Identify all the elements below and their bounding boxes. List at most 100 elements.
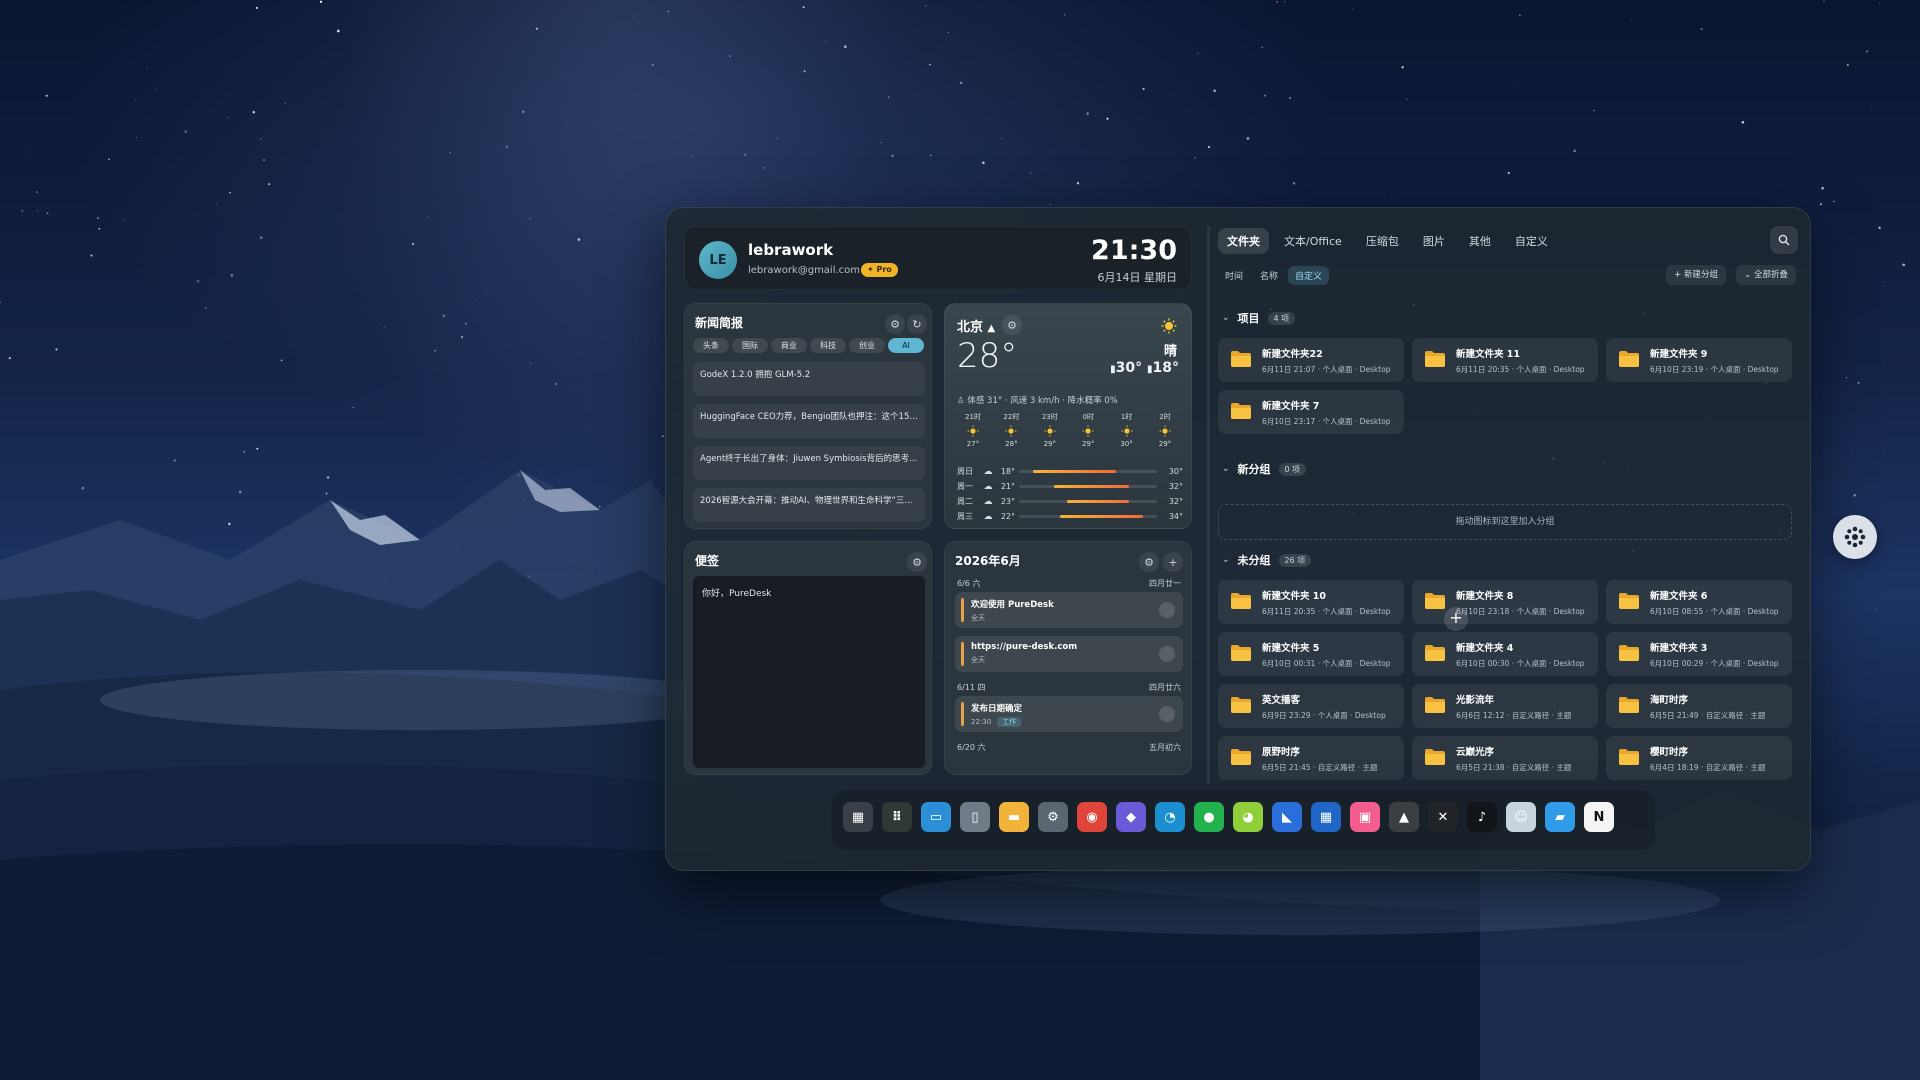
file-group-header[interactable]: ⌄ 新分组 0 项 [1222,461,1307,477]
dock-app-recycle-bin-icon[interactable]: ▯ [960,802,990,832]
calendar-lunar-date: 五月初六 [1149,743,1181,752]
file-group-header[interactable]: ⌄ 未分组 26 项 [1222,552,1312,568]
folder-item[interactable]: 新建文件夹 9 6月10日 23:19 · 个人桌面 · Desktop [1606,338,1792,382]
folder-item[interactable]: 新建文件夹 7 6月10日 23:17 · 个人桌面 · Desktop [1218,390,1404,434]
new-group-button[interactable]: + 新建分组 [1666,265,1726,285]
dock-app-ms-store-icon[interactable]: ▦ [1311,802,1341,832]
calendar-settings-button[interactable]: ⚙ [1139,552,1159,572]
dock-app-chrome-icon[interactable]: ◉ [1077,802,1107,832]
folder-meta: 6月5日 21:49 · 自定义路径 · 主题 [1650,711,1766,720]
calendar-event[interactable]: 欢迎使用 PureDesk 全天 [955,592,1183,628]
sort-option[interactable]: 自定义 [1288,266,1330,285]
panel-divider[interactable] [1207,226,1210,784]
folder-item[interactable]: 光影流年 6月6日 12:12 · 自定义路径 · 主题 [1412,684,1598,728]
star [577,238,581,241]
folder-item[interactable]: 新建文件夹 11 6月11日 20:35 · 个人桌面 · Desktop [1412,338,1598,382]
avatar[interactable]: LE [699,241,737,279]
folder-item[interactable]: 英文播客 6月9日 23:29 · 个人桌面 · Desktop [1218,684,1404,728]
news-category-chip[interactable]: 国际 [732,338,768,353]
file-tab[interactable]: 自定义 [1506,228,1557,254]
folder-item[interactable]: 新建文件夹 5 6月10日 00:31 · 个人桌面 · Desktop [1218,632,1404,676]
dock-app-avatar-app-icon[interactable]: ☺ [1506,802,1536,832]
dock-app-wechat-icon[interactable]: ● [1194,802,1224,832]
folder-meta: 6月11日 20:35 · 个人桌面 · Desktop [1456,365,1585,374]
star [204,307,207,309]
calendar-event[interactable]: 发布日期确定 22:30 工作 [955,696,1183,732]
folder-item[interactable]: 新建文件夹 8 6月10日 23:18 · 个人桌面 · Desktop [1412,580,1598,624]
news-refresh-button[interactable]: ↻ [907,314,927,334]
folder-icon [1231,697,1251,713]
event-tag: 工作 [997,717,1022,727]
calendar-event[interactable]: https://pure-desk.com 全天 [955,636,1183,672]
news-item[interactable]: Agent终于长出了身体：Jiuwen Symbiosis背后的思考... [693,446,925,480]
star [555,383,558,385]
collapse-all-button[interactable]: ⌄ 全部折叠 [1736,265,1796,285]
file-search-button[interactable] [1770,226,1798,254]
add-event-button[interactable]: + [1163,552,1183,572]
news-category-chip[interactable]: AI [888,338,924,353]
folder-item[interactable]: 原野时序 6月5日 21:45 · 自定义路径 · 主题 [1218,736,1404,780]
notes-textarea[interactable]: 你好，PureDesk [693,576,925,768]
add-file-button[interactable]: + [1444,607,1468,631]
event-complete-checkbox[interactable] [1159,646,1175,662]
sun-icon [1161,318,1177,334]
news-category-chip[interactable]: 科技 [810,338,846,353]
dock-app-file-explorer-icon[interactable]: ▬ [999,802,1029,832]
star [184,130,187,133]
sort-option[interactable]: 时间 [1218,266,1250,285]
daily-row: 周日 ☁ 18° 30° [957,464,1183,479]
calendar-lunar-date: 四月廿六 [1149,683,1181,692]
folder-item[interactable]: 新建文件夹 4 6月10日 00:30 · 个人桌面 · Desktop [1412,632,1598,676]
star [691,154,693,156]
dock-app-notion-icon[interactable]: N [1584,802,1614,832]
news-category-chip[interactable]: 商业 [771,338,807,353]
weather-settings-button[interactable]: ⚙ [1002,315,1022,335]
file-tab[interactable]: 压缩包 [1357,228,1408,254]
star [1819,203,1822,206]
dock-app-bilibili-icon[interactable]: ▣ [1350,802,1380,832]
dock-app-settings-icon[interactable]: ⚙ [1038,802,1068,832]
dock-app-chat-app-icon[interactable]: ◕ [1233,802,1263,832]
notes-settings-button[interactable]: ⚙ [907,552,927,572]
event-complete-checkbox[interactable] [1159,602,1175,618]
dock-app-puredesk-icon[interactable]: ▦ [843,802,873,832]
folder-item[interactable]: 新建文件夹 10 6月11日 20:35 · 个人桌面 · Desktop [1218,580,1404,624]
folder-item[interactable]: 新建文件夹 6 6月10日 08:55 · 个人桌面 · Desktop [1606,580,1792,624]
dock-app-copilot-icon[interactable]: ◆ [1116,802,1146,832]
file-tab[interactable]: 文件夹 [1218,228,1269,254]
folder-item[interactable]: 新建文件夹 3 6月10日 00:29 · 个人桌面 · Desktop [1606,632,1792,676]
file-group-header[interactable]: ⌄ 项目 4 项 [1222,310,1296,326]
location-arrow-icon: ▲ [987,323,996,334]
news-item[interactable]: HuggingFace CEO力荐，Bengio团队也押注：这个1500... [693,404,925,438]
file-tab[interactable]: 其他 [1460,228,1500,254]
star [565,618,566,620]
folder-item[interactable]: 云巅光序 6月5日 21:38 · 自定义路径 · 主题 [1412,736,1598,780]
sort-option[interactable]: 名称 [1253,266,1285,285]
dock-app-box-app-icon[interactable]: ▲ [1389,802,1419,832]
star [567,127,568,128]
dock-app-feishu-icon[interactable]: ◣ [1272,802,1302,832]
floating-assistant-button[interactable] [1833,515,1877,559]
dock-app-desktop-icon[interactable]: ▭ [921,802,951,832]
profile-card[interactable]: LE lebrawork lebrawork@gmail.com ✦ Pro 2… [684,226,1192,290]
file-tab[interactable]: 文本/Office [1275,228,1351,254]
group-drop-zone[interactable]: 拖动图标到这里加入分组 [1218,504,1792,540]
file-tab[interactable]: 图片 [1414,228,1454,254]
dock-app-tiktok-icon[interactable]: ♪ [1467,802,1497,832]
folder-item[interactable]: 樱町时序 6月4日 18:19 · 自定义路径 · 主题 [1606,736,1792,780]
event-complete-checkbox[interactable] [1159,706,1175,722]
dock-app-finder-icon[interactable]: ▰ [1545,802,1575,832]
dock-app-edge-icon[interactable]: ◔ [1155,802,1185,832]
folder-icon [1425,645,1445,661]
weather-city[interactable]: 北京 ▲ [957,316,995,335]
dock-app-app-cluster-icon[interactable]: ⠿ [882,802,912,832]
folder-item[interactable]: 新建文件夹22 6月11日 21:07 · 个人桌面 · Desktop [1218,338,1404,382]
news-settings-button[interactable]: ⚙ [885,314,905,334]
star [323,22,325,24]
news-item[interactable]: GodeX 1.2.0 拥抱 GLM-5.2 [693,362,925,396]
news-category-chip[interactable]: 头条 [693,338,729,353]
news-item[interactable]: 2026智源大会开幕：推动AI、物理世界和生命科学“三... [693,488,925,522]
dock-app-capcut-icon[interactable]: ✕ [1428,802,1458,832]
news-category-chip[interactable]: 创业 [849,338,885,353]
folder-item[interactable]: 海町时序 6月5日 21:49 · 自定义路径 · 主题 [1606,684,1792,728]
